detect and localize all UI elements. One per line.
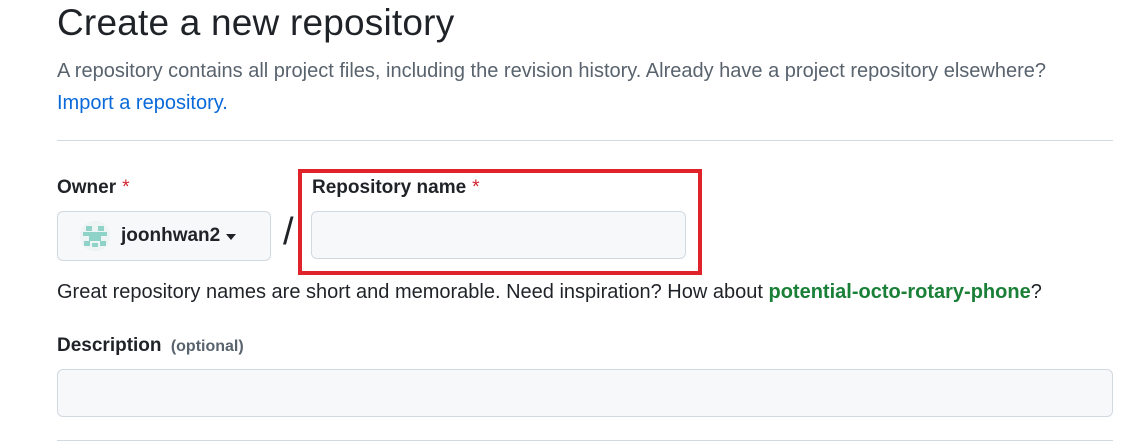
- repository-name-input[interactable]: [311, 211, 686, 259]
- hint-text: Great repository names are short and mem…: [57, 281, 763, 303]
- name-suggestion-link[interactable]: potential-octo-rotary-phone: [768, 281, 1030, 303]
- intro-text: A repository contains all project files,…: [57, 60, 1047, 82]
- page-title: Create a new repository: [57, 2, 455, 43]
- section-divider: [57, 440, 1113, 441]
- optional-tag: (optional): [170, 338, 244, 355]
- required-mark: *: [472, 177, 480, 198]
- required-mark: *: [122, 177, 130, 198]
- description-label: Description (optional): [57, 335, 244, 357]
- section-divider: [57, 140, 1113, 141]
- owner-label: Owner *: [57, 177, 130, 199]
- import-repository-link[interactable]: Import a repository.: [57, 92, 228, 114]
- owner-repo-separator: /: [283, 211, 294, 253]
- caret-down-icon: [226, 234, 237, 240]
- page-intro: A repository contains all project files,…: [57, 55, 1127, 119]
- identicon-avatar-icon: [80, 221, 110, 251]
- hint-end: ?: [1030, 281, 1042, 303]
- description-label-text: Description: [57, 335, 162, 356]
- repository-name-label: Repository name *: [312, 177, 480, 199]
- owner-name: joonhwan2: [121, 225, 221, 246]
- avatar: [80, 221, 110, 251]
- repository-name-hint: Great repository names are short and mem…: [57, 281, 1042, 304]
- owner-label-text: Owner: [57, 177, 117, 198]
- owner-dropdown[interactable]: joonhwan2: [57, 211, 271, 261]
- description-input[interactable]: [57, 369, 1113, 417]
- repository-name-label-text: Repository name: [312, 177, 467, 198]
